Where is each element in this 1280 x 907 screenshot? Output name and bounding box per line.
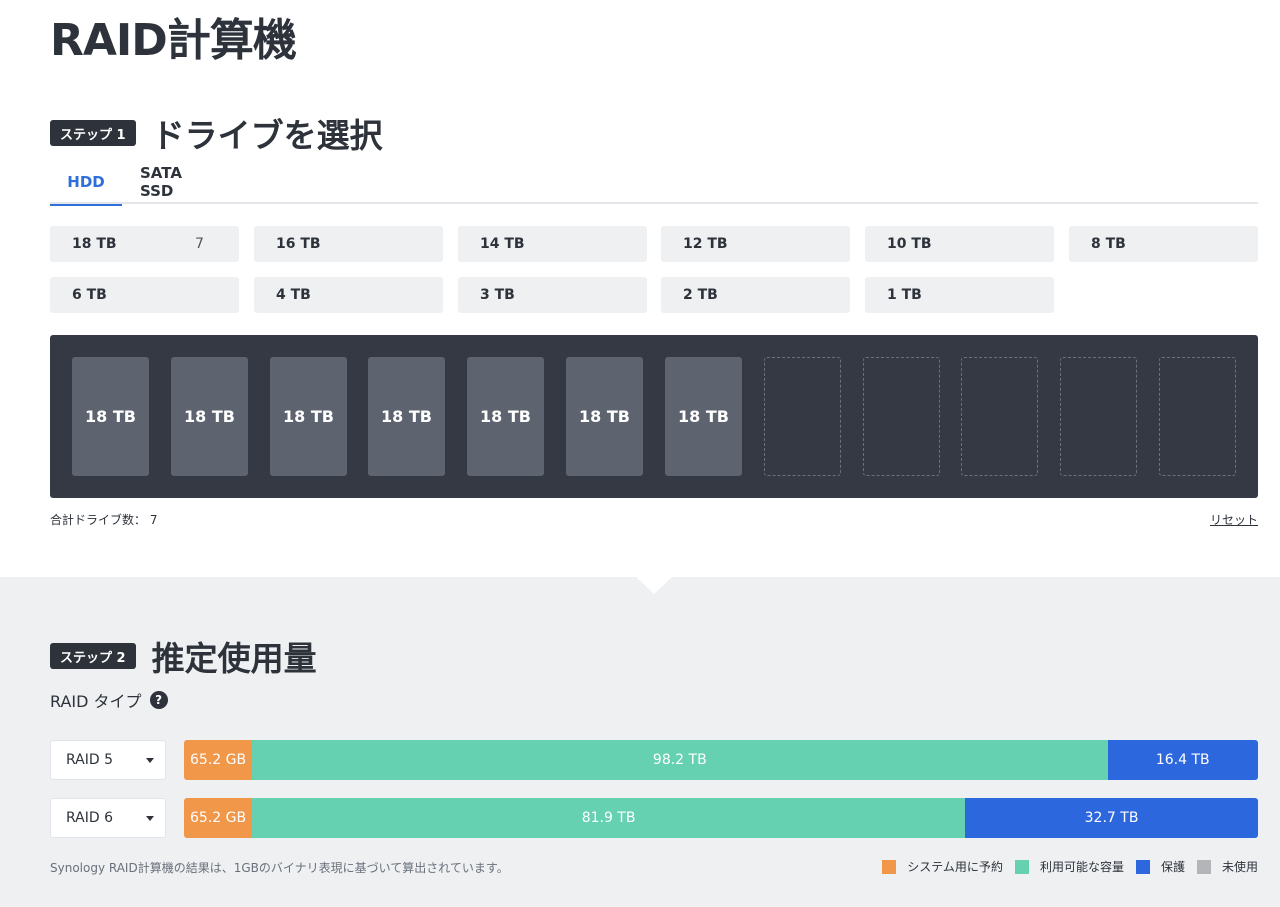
section-notch [636, 577, 672, 594]
total-drive-count: 合計ドライブ数： 7 [50, 513, 158, 527]
legend: システム用に予約 利用可能な容量 保護 未使用 [870, 858, 1258, 875]
reset-link[interactable]: リセット [1210, 511, 1258, 528]
capacity-bar-2: 65.2 GB 81.9 TB 32.7 TB [184, 798, 1258, 838]
drive-type-tabs: HDD SATA SSD [50, 160, 1258, 206]
chevron-down-icon [146, 758, 154, 763]
drive-bay-empty-11 [1060, 357, 1137, 476]
drive-size-label: 3 TB [480, 287, 515, 303]
legend-swatch [882, 859, 897, 874]
drive-bay-5[interactable]: 18 TB [467, 357, 544, 476]
raid-type-text: RAID タイプ [50, 692, 142, 711]
drive-size-18tb[interactable]: 18 TB 7 [50, 226, 239, 262]
drive-bay-2[interactable]: 18 TB [171, 357, 248, 476]
drive-bay-3[interactable]: 18 TB [270, 357, 347, 476]
step2-heading: 推定使用量 [151, 639, 317, 678]
raid-type-select-1[interactable]: RAID 5 [50, 740, 166, 780]
help-icon[interactable]: ? [149, 691, 168, 709]
legend-label: システム用に予約 [907, 860, 1003, 874]
legend-item-unused: 未使用 [1196, 858, 1258, 875]
drive-size-count: 7 [195, 236, 204, 252]
drive-bay-6[interactable]: 18 TB [566, 357, 643, 476]
drive-size-1tb[interactable]: 1 TB [865, 277, 1054, 313]
raid-type-select-2[interactable]: RAID 6 [50, 798, 166, 838]
legend-label: 利用可能な容量 [1039, 860, 1124, 874]
drive-size-3tb[interactable]: 3 TB [458, 277, 647, 313]
drive-bay-empty-8 [764, 357, 841, 476]
drive-size-6tb[interactable]: 6 TB [50, 277, 239, 313]
legend-item-usable: 利用可能な容量 [1014, 858, 1124, 875]
drive-size-label: 16 TB [276, 236, 321, 252]
bar-segment-protection: 16.4 TB [1107, 740, 1258, 780]
page-title: RAID計算機 [50, 15, 297, 66]
legend-item-protection: 保護 [1135, 858, 1185, 875]
drive-size-12tb[interactable]: 12 TB [661, 226, 850, 262]
step1-badge: ステップ 1 [50, 120, 136, 146]
raid-select-value: RAID 5 [66, 752, 114, 768]
raid-select-value: RAID 6 [66, 810, 114, 826]
drive-bay-empty-10 [961, 357, 1038, 476]
step1-header: ステップ 1 ドライブを選択 [50, 109, 383, 157]
drive-size-label: 4 TB [276, 287, 311, 303]
step2-header: ステップ 2 推定使用量 [50, 632, 317, 680]
legend-swatch [1014, 859, 1029, 874]
drive-size-label: 8 TB [1091, 236, 1126, 252]
drive-size-14tb[interactable]: 14 TB [458, 226, 647, 262]
bar-segment-system: 65.2 GB [184, 798, 253, 838]
footnote: Synology RAID計算機の結果は、1GBのバイナリ表現に基づいて算出され… [50, 861, 509, 875]
drive-bay-7[interactable]: 18 TB [665, 357, 742, 476]
drive-bay-empty-9 [863, 357, 940, 476]
drive-size-10tb[interactable]: 10 TB [865, 226, 1054, 262]
bar-segment-system: 65.2 GB [184, 740, 253, 780]
bar-segment-protection: 32.7 TB [965, 798, 1258, 838]
legend-swatch [1135, 859, 1150, 874]
drive-size-label: 14 TB [480, 236, 525, 252]
bar-segment-usable: 98.2 TB [252, 740, 1108, 780]
drive-size-label: 10 TB [887, 236, 932, 252]
drive-size-label: 1 TB [887, 287, 922, 303]
drive-bay-4[interactable]: 18 TB [368, 357, 445, 476]
drive-size-label: 18 TB [72, 236, 117, 252]
chevron-down-icon [146, 816, 154, 821]
drive-size-label: 6 TB [72, 287, 107, 303]
capacity-bar-1: 65.2 GB 98.2 TB 16.4 TB [184, 740, 1258, 780]
step1-heading: ドライブを選択 [151, 116, 383, 155]
drive-size-label: 2 TB [683, 287, 718, 303]
step2-badge: ステップ 2 [50, 643, 136, 669]
raid-type-label: RAID タイプ ? [50, 688, 168, 712]
bar-segment-usable: 81.9 TB [252, 798, 966, 838]
legend-item-system: システム用に予約 [882, 858, 1003, 875]
drive-bay-empty-12 [1159, 357, 1236, 476]
drive-bay-1[interactable]: 18 TB [72, 357, 149, 476]
tab-sata-ssd[interactable]: SATA SSD [140, 160, 220, 204]
drive-size-8tb[interactable]: 8 TB [1069, 226, 1258, 262]
tab-hdd[interactable]: HDD [50, 160, 122, 206]
legend-swatch [1196, 859, 1211, 874]
drive-size-2tb[interactable]: 2 TB [661, 277, 850, 313]
legend-label: 保護 [1160, 860, 1185, 874]
legend-label: 未使用 [1221, 860, 1258, 874]
drive-size-16tb[interactable]: 16 TB [254, 226, 443, 262]
drive-size-label: 12 TB [683, 236, 728, 252]
drive-bay-panel: 18 TB 18 TB 18 TB 18 TB 18 TB 18 TB 18 T… [50, 335, 1258, 498]
drive-size-4tb[interactable]: 4 TB [254, 277, 443, 313]
